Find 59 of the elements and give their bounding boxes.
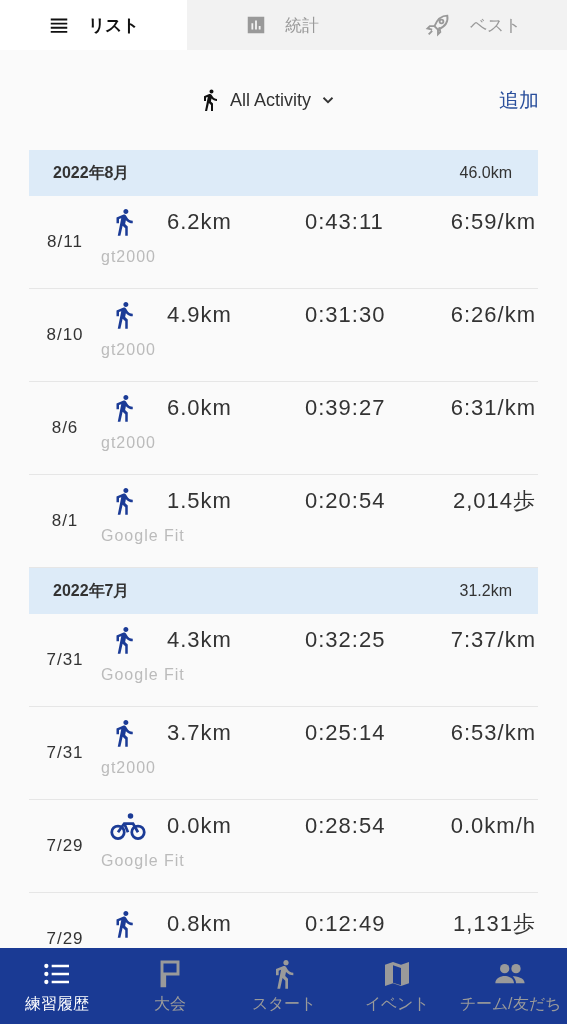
- data-source: gt2000: [101, 341, 157, 359]
- distance: 6.2km: [167, 209, 233, 235]
- activity-date: 7/29: [45, 836, 85, 856]
- activity-date: 8/6: [50, 418, 80, 438]
- data-source: Google Fit: [101, 852, 186, 870]
- distance: 1.5km: [167, 488, 233, 514]
- duration: 0:32:25: [305, 627, 387, 653]
- activity-date: 7/31: [45, 650, 85, 670]
- duration: 0:12:49: [305, 910, 387, 937]
- distance: 3.7km: [167, 720, 233, 746]
- activity-date: 8/1: [50, 511, 80, 531]
- pace: 6:53/km: [450, 720, 536, 746]
- distance: 6.0km: [167, 395, 233, 421]
- month-total: 31.2km: [459, 582, 512, 600]
- activity-row[interactable]: 8/6 6.0km 0:39:27 6:31/km gt2000: [29, 382, 538, 475]
- activity-filter-dropdown[interactable]: All Activity: [198, 88, 338, 112]
- duration: 0:28:54: [305, 813, 387, 839]
- nav-item[interactable]: チーム/友だち: [453, 948, 567, 1024]
- activity-row[interactable]: 8/11 6.2km 0:43:11 6:59/km gt2000: [29, 196, 538, 289]
- activity-row[interactable]: 7/31 4.3km 0:32:25 7:37/km Google Fit: [29, 614, 538, 707]
- nav-item[interactable]: スタート: [226, 948, 341, 1024]
- pace: 0.0km/h: [450, 813, 536, 839]
- data-source: Google Fit: [101, 666, 186, 684]
- distance: 0.8km: [167, 910, 233, 937]
- distance: 4.3km: [167, 627, 233, 653]
- activity-date: 8/10: [45, 325, 85, 345]
- month-label: 2022年8月: [53, 162, 130, 183]
- activity-row[interactable]: 8/10 4.9km 0:31:30 6:26/km gt2000: [29, 289, 538, 382]
- pace: 6:59/km: [450, 209, 536, 235]
- duration: 0:43:11: [305, 209, 385, 235]
- pace: 6:31/km: [450, 395, 536, 421]
- month-total: 46.0km: [459, 164, 512, 182]
- nav-item[interactable]: 練習履歴: [0, 948, 114, 1024]
- data-source: gt2000: [101, 434, 157, 452]
- nav-item[interactable]: 大会: [113, 948, 227, 1024]
- pace: 6:26/km: [450, 302, 536, 328]
- activity-date: 7/29: [45, 929, 85, 948]
- nav-item[interactable]: イベント: [340, 948, 454, 1024]
- distance: 4.9km: [167, 302, 233, 328]
- distance: 0.0km: [167, 813, 233, 839]
- pace: 1,131歩: [452, 909, 536, 938]
- activity-date: 7/31: [45, 743, 85, 763]
- tab[interactable]: リスト: [0, 0, 187, 50]
- activity-row[interactable]: 7/29 0.0km 0:28:54 0.0km/h Google Fit: [29, 800, 538, 893]
- bar-chart-icon: [245, 14, 267, 36]
- month-label: 2022年7月: [53, 580, 130, 601]
- data-source: Google Fit: [101, 527, 186, 545]
- data-source: gt2000: [101, 248, 157, 266]
- pace: 2,014歩: [452, 487, 536, 515]
- data-source: gt2000: [101, 759, 157, 777]
- duration: 0:39:27: [305, 395, 387, 421]
- add-button[interactable]: 追加: [499, 82, 539, 118]
- bicycle-icon: [109, 811, 147, 841]
- pace: 7:37/km: [450, 627, 536, 653]
- duration: 0:31:30: [305, 302, 387, 328]
- activity-date: 8/11: [46, 232, 84, 252]
- activity-row[interactable]: 7/31 3.7km 0:25:14 6:53/km gt2000: [29, 707, 538, 800]
- duration: 0:25:14: [305, 720, 387, 746]
- duration: 0:20:54: [305, 488, 387, 514]
